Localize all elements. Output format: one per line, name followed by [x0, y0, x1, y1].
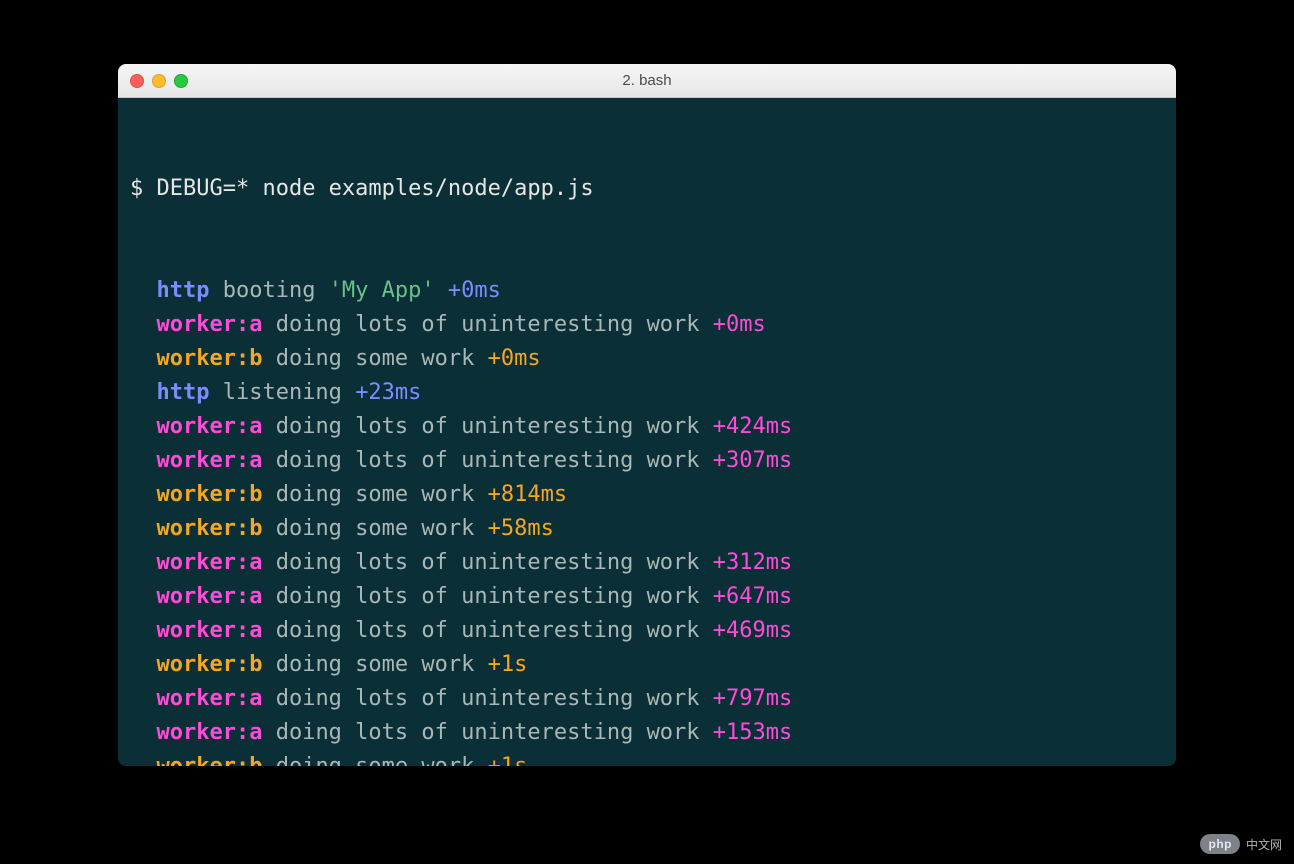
- log-line: http booting 'My App' +0ms: [130, 274, 1164, 308]
- log-line: worker:a doing lots of uninteresting wor…: [130, 614, 1164, 648]
- log-line: worker:a doing lots of uninteresting wor…: [130, 716, 1164, 750]
- watermark-pill: php: [1200, 834, 1240, 854]
- log-line: worker:a doing lots of uninteresting wor…: [130, 682, 1164, 716]
- watermark-text: 中文网: [1246, 836, 1282, 853]
- log-namespace: worker:a: [156, 448, 262, 473]
- log-time: +1s: [488, 652, 528, 677]
- log-time: +0ms: [448, 278, 501, 303]
- minimize-icon[interactable]: [152, 74, 166, 88]
- log-message: doing lots of uninteresting work: [276, 618, 700, 643]
- watermark: php 中文网: [1200, 834, 1282, 854]
- log-namespace: worker:a: [156, 686, 262, 711]
- log-namespace: worker:a: [156, 584, 262, 609]
- terminal-window: 2. bash $ DEBUG=* node examples/node/app…: [118, 64, 1176, 766]
- log-time: +0ms: [488, 346, 541, 371]
- log-namespace: worker:b: [156, 346, 262, 371]
- log-message: doing lots of uninteresting work: [276, 550, 700, 575]
- log-namespace: worker:a: [156, 414, 262, 439]
- log-time: +424ms: [713, 414, 792, 439]
- log-time: +0ms: [713, 312, 766, 337]
- log-line: worker:b doing some work +58ms: [130, 512, 1164, 546]
- log-output: http booting 'My App' +0msworker:a doing…: [130, 274, 1164, 766]
- log-message: doing some work: [276, 754, 475, 766]
- log-message: doing lots of uninteresting work: [276, 448, 700, 473]
- log-line: http listening +23ms: [130, 376, 1164, 410]
- close-icon[interactable]: [130, 74, 144, 88]
- log-line: worker:a doing lots of uninteresting wor…: [130, 308, 1164, 342]
- log-line: worker:a doing lots of uninteresting wor…: [130, 410, 1164, 444]
- log-namespace: worker:a: [156, 618, 262, 643]
- log-line: worker:a doing lots of uninteresting wor…: [130, 580, 1164, 614]
- log-message: doing lots of uninteresting work: [276, 686, 700, 711]
- log-namespace: worker:a: [156, 312, 262, 337]
- log-line: worker:a doing lots of uninteresting wor…: [130, 546, 1164, 580]
- log-message: booting: [223, 278, 329, 303]
- log-namespace: worker:b: [156, 482, 262, 507]
- log-namespace: worker:b: [156, 754, 262, 766]
- log-namespace: worker:a: [156, 550, 262, 575]
- log-time: +1s: [488, 754, 528, 766]
- log-message: doing lots of uninteresting work: [276, 720, 700, 745]
- log-line: worker:b doing some work +1s: [130, 750, 1164, 766]
- log-namespace: http: [156, 278, 209, 303]
- log-time: +797ms: [713, 686, 792, 711]
- command-line: $ DEBUG=* node examples/node/app.js: [130, 172, 1164, 206]
- zoom-icon[interactable]: [174, 74, 188, 88]
- log-line: worker:b doing some work +0ms: [130, 342, 1164, 376]
- command-text: DEBUG=* node examples/node/app.js: [157, 176, 594, 201]
- log-line: worker:b doing some work +1s: [130, 648, 1164, 682]
- traffic-lights: [130, 74, 188, 88]
- window-title: 2. bash: [118, 72, 1176, 89]
- log-message: listening: [223, 380, 342, 405]
- log-namespace: http: [156, 380, 209, 405]
- log-line: worker:b doing some work +814ms: [130, 478, 1164, 512]
- log-message: doing lots of uninteresting work: [276, 414, 700, 439]
- log-namespace: worker:b: [156, 516, 262, 541]
- log-time: +814ms: [488, 482, 567, 507]
- log-message: doing some work: [276, 346, 475, 371]
- log-line: worker:a doing lots of uninteresting wor…: [130, 444, 1164, 478]
- log-time: +23ms: [355, 380, 421, 405]
- log-time: +58ms: [488, 516, 554, 541]
- log-time: +647ms: [713, 584, 792, 609]
- prompt-symbol: $: [130, 176, 157, 201]
- log-message: doing some work: [276, 652, 475, 677]
- title-bar: 2. bash: [118, 64, 1176, 98]
- log-message: [435, 278, 448, 303]
- log-namespace: worker:b: [156, 652, 262, 677]
- log-quoted: 'My App': [329, 278, 435, 303]
- log-time: +312ms: [713, 550, 792, 575]
- log-time: +307ms: [713, 448, 792, 473]
- terminal-body[interactable]: $ DEBUG=* node examples/node/app.js http…: [118, 98, 1176, 766]
- log-namespace: worker:a: [156, 720, 262, 745]
- log-message: doing some work: [276, 482, 475, 507]
- log-time: +469ms: [713, 618, 792, 643]
- log-message: doing lots of uninteresting work: [276, 584, 700, 609]
- log-message: doing lots of uninteresting work: [276, 312, 700, 337]
- log-message: doing some work: [276, 516, 475, 541]
- log-time: +153ms: [713, 720, 792, 745]
